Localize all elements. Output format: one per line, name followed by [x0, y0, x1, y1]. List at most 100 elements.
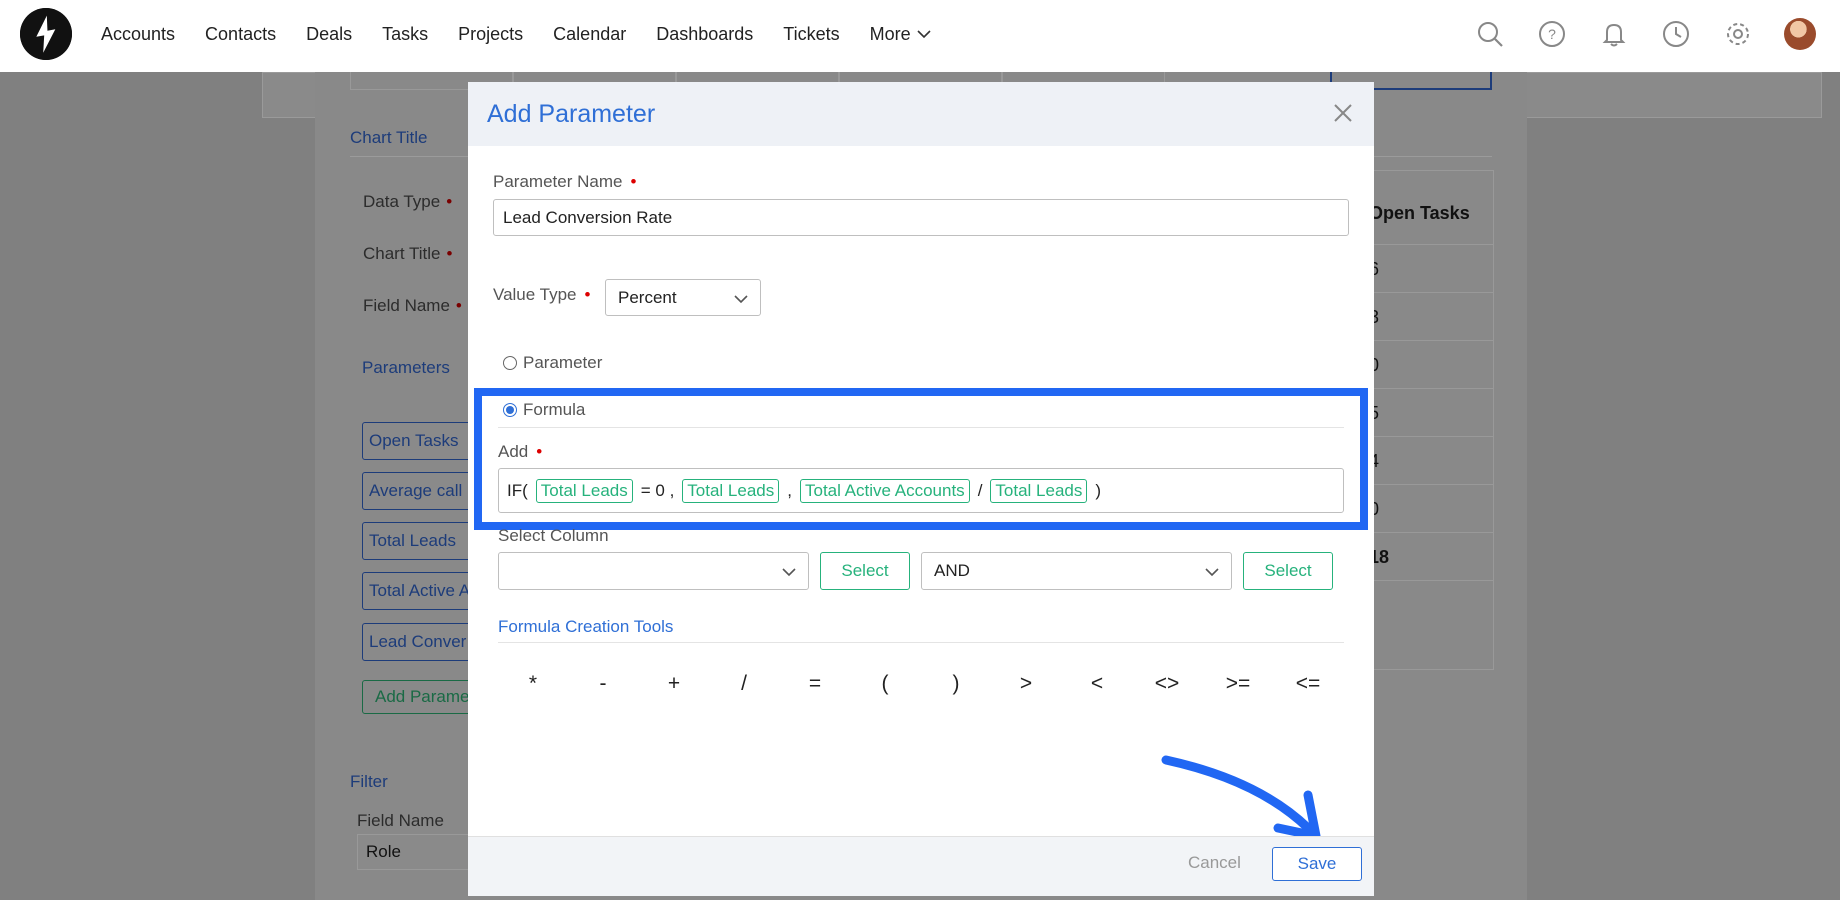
operator-divide[interactable]: / [724, 672, 764, 696]
logic-operator-dropdown[interactable]: AND [921, 552, 1232, 590]
operator-multiply[interactable]: * [513, 672, 553, 696]
logic-operator-value: AND [934, 561, 970, 580]
bg-parameter-chip: Lead Conver [362, 623, 472, 661]
bg-field-name-label: Field Name • [363, 296, 462, 315]
radio-formula[interactable]: Formula [503, 400, 585, 420]
bg-table-cell: 3 [1353, 293, 1493, 341]
bg-parameter-chip: Total Leads [362, 522, 472, 560]
bg-chart-title-section: Chart Title [350, 128, 428, 147]
chevron-down-icon [734, 295, 748, 304]
chevron-down-icon [1205, 568, 1219, 577]
nav-calendar[interactable]: Calendar [553, 24, 626, 45]
cancel-button[interactable]: Cancel [1188, 853, 1241, 873]
bg-parameters-section: Parameters [362, 358, 450, 377]
user-avatar[interactable] [1782, 16, 1818, 52]
help-icon[interactable]: ? [1534, 16, 1570, 52]
main-menu: Accounts Contacts Deals Tasks Projects C… [101, 0, 961, 68]
operator-open-paren[interactable]: ( [865, 672, 905, 696]
modal-title: Add Parameter [487, 99, 656, 128]
modal-footer: Cancel Save [468, 836, 1374, 896]
value-type-selected: Percent [618, 288, 677, 307]
divider [498, 427, 1344, 428]
nav-tickets[interactable]: Tickets [783, 24, 839, 45]
value-type-label: Value Type • [493, 285, 591, 304]
formula-token: , [787, 480, 792, 500]
bg-table-cell: 5 [1353, 389, 1493, 437]
close-icon [1334, 104, 1352, 122]
operator-greater-equal[interactable]: >= [1218, 672, 1258, 696]
bg-parameter-chip: Total Active A [362, 572, 472, 610]
bg-filter-role-input: Role [357, 834, 477, 870]
bg-add-parameter-button: Add Parame [362, 680, 472, 714]
bg-table-cell: 0 [1353, 341, 1493, 389]
bg-filter-section: Filter [350, 772, 388, 791]
radio-formula-button[interactable] [503, 403, 517, 417]
formula-token: / [977, 480, 983, 500]
save-button[interactable]: Save [1272, 847, 1362, 881]
nav-contacts[interactable]: Contacts [205, 24, 276, 45]
formula-token: = 0 , [640, 480, 675, 500]
operator-equals[interactable]: = [795, 672, 835, 696]
nav-projects[interactable]: Projects [458, 24, 523, 45]
search-icon[interactable] [1472, 16, 1508, 52]
bg-chart-title-label: Chart Title • [363, 244, 453, 263]
nav-dashboards[interactable]: Dashboards [656, 24, 753, 45]
chevron-down-icon [782, 568, 796, 577]
bg-data-type-label: Data Type • [363, 192, 453, 211]
add-parameter-modal: Add Parameter Parameter Name • Lead Conve… [468, 82, 1374, 896]
formula-chip[interactable]: Total Active Accounts [799, 478, 970, 503]
radio-parameter[interactable]: Parameter [503, 353, 602, 373]
svg-text:?: ? [1548, 26, 1556, 42]
operator-not-equal[interactable]: <> [1147, 672, 1187, 696]
avatar [1784, 18, 1816, 50]
operator-less-than[interactable]: < [1077, 672, 1117, 696]
close-button[interactable] [1330, 100, 1356, 126]
modal-header: Add Parameter [468, 82, 1374, 146]
formula-chip[interactable]: Total Leads [535, 478, 633, 503]
logo-icon [20, 8, 72, 60]
nav-more-label: More [869, 23, 911, 44]
bg-parameter-chip: Average call [362, 472, 472, 510]
pointer-arrow-icon [1161, 755, 1321, 840]
radio-formula-label: Formula [523, 400, 586, 419]
select-logic-button[interactable]: Select [1243, 552, 1333, 590]
formula-tools-link[interactable]: Formula Creation Tools [498, 617, 673, 637]
formula-token: IF( [507, 480, 528, 500]
select-column-label: Select Column [498, 526, 609, 545]
formula-chip[interactable]: Total Leads [682, 478, 780, 503]
select-column-button[interactable]: Select [820, 552, 910, 590]
clock-icon[interactable] [1658, 16, 1694, 52]
chevron-down-icon [917, 30, 931, 39]
bg-parameter-chip: Open Tasks [362, 422, 472, 460]
bg-filter-field-label: Field Name [357, 811, 444, 830]
formula-input[interactable]: IF( Total Leads = 0 , Total Leads , Tota… [498, 468, 1344, 513]
top-navigation: Accounts Contacts Deals Tasks Projects C… [0, 0, 1840, 72]
operator-less-equal[interactable]: <= [1288, 672, 1328, 696]
operator-greater-than[interactable]: > [1006, 672, 1046, 696]
nav-deals[interactable]: Deals [306, 24, 352, 45]
bg-table-cell: 4 [1353, 437, 1493, 485]
parameter-name-input[interactable]: Lead Conversion Rate [493, 199, 1349, 236]
nav-tasks[interactable]: Tasks [382, 24, 428, 45]
operator-close-paren[interactable]: ) [936, 672, 976, 696]
nav-icon-bar: ? [1472, 0, 1818, 68]
radio-parameter-button[interactable] [503, 356, 517, 370]
bg-table-header: Open Tasks [1353, 171, 1493, 245]
radio-parameter-label: Parameter [523, 353, 603, 372]
operator-plus[interactable]: + [654, 672, 694, 696]
bg-table-total: 18 [1353, 533, 1493, 581]
parameter-name-label: Parameter Name • [493, 172, 637, 191]
nav-more[interactable]: More [870, 24, 931, 45]
bg-table-cell: 0 [1353, 485, 1493, 533]
gear-icon[interactable] [1720, 16, 1756, 52]
divider [498, 642, 1344, 643]
formula-chip[interactable]: Total Leads [990, 478, 1088, 503]
value-type-select[interactable]: Percent [605, 279, 761, 316]
app-logo[interactable] [20, 8, 72, 60]
add-label: Add • [498, 442, 543, 461]
bell-icon[interactable] [1596, 16, 1632, 52]
bg-table-cell: 6 [1353, 245, 1493, 293]
select-column-dropdown[interactable] [498, 552, 809, 590]
operator-minus[interactable]: - [583, 672, 623, 696]
nav-accounts[interactable]: Accounts [101, 24, 175, 45]
